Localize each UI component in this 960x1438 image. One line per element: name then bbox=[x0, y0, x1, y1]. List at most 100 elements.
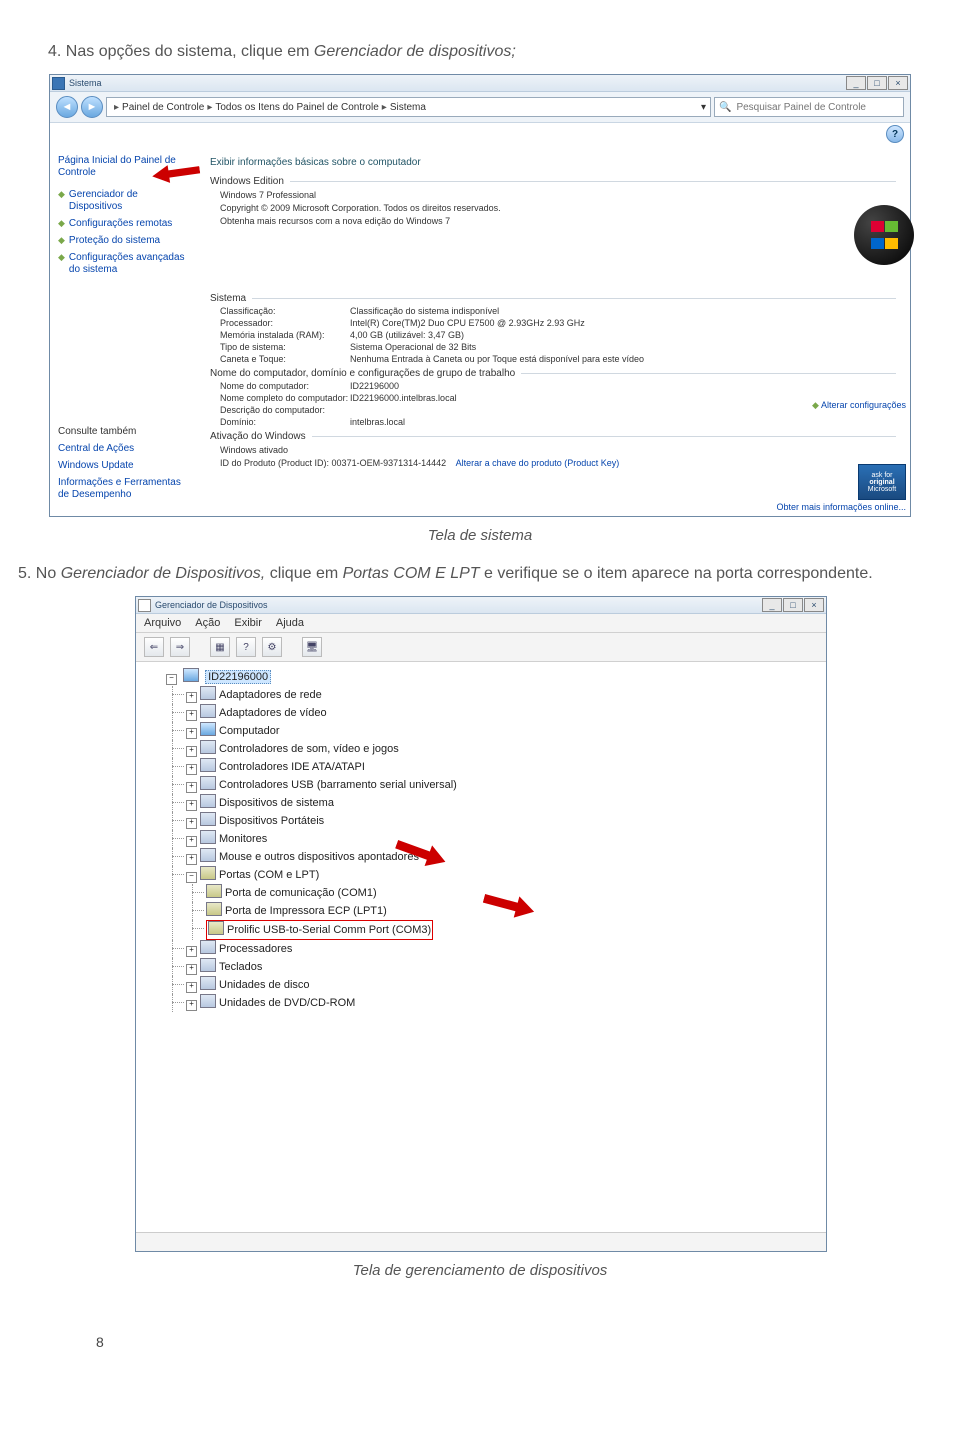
sidebar: Página Inicial do Painel de Controle ◆Ge… bbox=[50, 145, 196, 516]
sidebar-link-action-center[interactable]: Central de Ações bbox=[58, 443, 188, 455]
toolbar-back-icon[interactable]: ⇐ bbox=[144, 637, 164, 657]
toolbar-forward-icon[interactable]: ⇒ bbox=[170, 637, 190, 657]
tree-root[interactable]: − ID22196000 +Adaptadores de rede +Adapt… bbox=[166, 668, 816, 1012]
sidebar-link-windows-update[interactable]: Windows Update bbox=[58, 460, 188, 472]
crumb-1[interactable]: Painel de Controle bbox=[122, 102, 204, 113]
expand-icon[interactable]: + bbox=[186, 982, 197, 993]
sidebar-item-remote-settings[interactable]: ◆Configurações remotas bbox=[58, 218, 188, 230]
expand-icon[interactable]: + bbox=[186, 854, 197, 865]
sidebar-link-performance-tools[interactable]: Informações e Ferramentas de Desempenho bbox=[58, 477, 188, 501]
expand-icon[interactable]: + bbox=[186, 782, 197, 793]
expand-icon[interactable]: + bbox=[186, 728, 197, 739]
dm-title: Gerenciador de Dispositivos bbox=[155, 600, 268, 610]
sidebar-item-system-protection[interactable]: ◆Proteção do sistema bbox=[58, 235, 188, 247]
tree-item[interactable]: +Adaptadores de rede bbox=[186, 686, 816, 704]
expand-icon[interactable]: + bbox=[186, 692, 197, 703]
maximize-button[interactable]: □ bbox=[783, 598, 803, 612]
tree-item-prolific[interactable]: Prolific USB-to-Serial Comm Port (COM3) bbox=[206, 920, 816, 940]
crumb-3[interactable]: Sistema bbox=[390, 102, 426, 113]
genuine-badge: ask for original Microsoft bbox=[858, 464, 906, 500]
tree-item[interactable]: +Computador bbox=[186, 722, 816, 740]
menu-help[interactable]: Ajuda bbox=[276, 617, 304, 629]
tree-item[interactable]: +Controladores de som, vídeo e jogos bbox=[186, 740, 816, 758]
toolbar-button-1[interactable]: ▦ bbox=[210, 637, 230, 657]
menu-view[interactable]: Exibir bbox=[234, 617, 262, 629]
search-icon: 🔍 bbox=[719, 102, 731, 113]
ide-controller-icon bbox=[200, 758, 216, 772]
more-info-link[interactable]: Obter mais informações online... bbox=[776, 502, 906, 512]
expand-icon[interactable]: + bbox=[186, 764, 197, 775]
crumb-dropdown-icon[interactable]: ▾ bbox=[701, 102, 706, 113]
tree-item[interactable]: +Mouse e outros dispositivos apontadores bbox=[186, 848, 816, 866]
disk-icon bbox=[200, 976, 216, 990]
window-title: Sistema bbox=[69, 78, 102, 88]
instr4-pre: 4. Nas opções do sistema, clique em bbox=[48, 43, 314, 60]
device-manager-icon bbox=[138, 599, 151, 612]
value-rating[interactable]: Classificação do sistema indisponível bbox=[350, 306, 499, 316]
tree-item[interactable]: Porta de comunicação (COM1) bbox=[206, 884, 816, 902]
menu-bar: Arquivo Ação Exibir Ajuda bbox=[136, 614, 826, 633]
tree-item[interactable]: +Controladores USB (barramento serial un… bbox=[186, 776, 816, 794]
expand-icon[interactable]: + bbox=[186, 836, 197, 847]
display-adapter-icon bbox=[200, 704, 216, 718]
port-icon bbox=[200, 866, 216, 880]
crumb-2[interactable]: Todos os Itens do Painel de Controle bbox=[215, 102, 378, 113]
sidebar-item-advanced-settings[interactable]: ◆Configurações avançadas do sistema bbox=[58, 252, 188, 276]
sidebar-see-also-header: Consulte também bbox=[58, 426, 188, 437]
search-field[interactable]: 🔍 bbox=[714, 97, 904, 117]
tree-item[interactable]: +Unidades de disco bbox=[186, 976, 816, 994]
expand-icon[interactable]: + bbox=[186, 964, 197, 975]
expand-icon[interactable]: + bbox=[186, 800, 197, 811]
value-system-type: Sistema Operacional de 32 Bits bbox=[350, 342, 476, 352]
tree-item[interactable]: +Monitores bbox=[186, 830, 816, 848]
expand-icon[interactable]: + bbox=[186, 818, 197, 829]
search-input[interactable] bbox=[734, 101, 899, 114]
tree-item[interactable]: +Dispositivos Portáteis bbox=[186, 812, 816, 830]
label-processor: Processador: bbox=[220, 318, 350, 328]
minimize-button[interactable]: _ bbox=[846, 76, 866, 90]
toolbar-button-3[interactable]: ⚙ bbox=[262, 637, 282, 657]
expand-icon[interactable]: + bbox=[186, 710, 197, 721]
sidebar-item-device-manager[interactable]: ◆Gerenciador de Dispositivos bbox=[58, 189, 188, 213]
help-icon[interactable]: ? bbox=[886, 125, 904, 143]
shield-icon: ◆ bbox=[58, 235, 65, 246]
change-settings-link[interactable]: ◆ Alterar configurações bbox=[812, 400, 906, 411]
back-button[interactable]: ◄ bbox=[56, 96, 78, 118]
computer-icon bbox=[200, 722, 216, 736]
instruction-5: 5. No Gerenciador de Dispositivos, cliqu… bbox=[18, 562, 912, 586]
expand-icon[interactable]: + bbox=[186, 746, 197, 757]
value-processor: Intel(R) Core(TM)2 Duo CPU E7500 @ 2.93G… bbox=[350, 318, 585, 328]
tree-item[interactable]: +Teclados bbox=[186, 958, 816, 976]
value-pen-touch: Nenhuma Entrada à Caneta ou por Toque es… bbox=[350, 354, 644, 364]
tree-item[interactable]: +Controladores IDE ATA/ATAPI bbox=[186, 758, 816, 776]
close-button[interactable]: × bbox=[888, 76, 908, 90]
collapse-icon[interactable]: − bbox=[166, 674, 177, 685]
tree-item[interactable]: +Dispositivos de sistema bbox=[186, 794, 816, 812]
maximize-button[interactable]: □ bbox=[867, 76, 887, 90]
change-product-key-link[interactable]: Alterar a chave do produto (Product Key) bbox=[456, 458, 620, 468]
tree-item[interactable]: +Processadores bbox=[186, 940, 816, 958]
tree-item[interactable]: +Unidades de DVD/CD-ROM bbox=[186, 994, 816, 1012]
group-computer-name: Nome do computador, domínio e configuraç… bbox=[210, 368, 896, 379]
collapse-icon[interactable]: − bbox=[186, 872, 197, 883]
copyright-text: Copyright © 2009 Microsoft Corporation. … bbox=[220, 203, 896, 213]
menu-file[interactable]: Arquivo bbox=[144, 617, 181, 629]
breadcrumb[interactable]: ▸ Painel de Controle ▸ Todos os Itens do… bbox=[106, 97, 711, 117]
caption-1: Tela de sistema bbox=[48, 527, 912, 544]
get-more-features-link[interactable]: Obtenha mais recursos com a nova edição … bbox=[220, 216, 896, 226]
dm-titlebar: Gerenciador de Dispositivos _ □ × bbox=[136, 597, 826, 614]
expand-icon[interactable]: + bbox=[186, 946, 197, 957]
windows-logo-icon bbox=[854, 205, 914, 265]
label-computer-description: Descrição do computador: bbox=[220, 405, 350, 415]
close-button[interactable]: × bbox=[804, 598, 824, 612]
minimize-button[interactable]: _ bbox=[762, 598, 782, 612]
tree-item[interactable]: +Adaptadores de vídeo bbox=[186, 704, 816, 722]
root-label[interactable]: ID22196000 bbox=[205, 670, 271, 684]
portable-device-icon bbox=[200, 812, 216, 826]
menu-action[interactable]: Ação bbox=[195, 617, 220, 629]
expand-icon[interactable]: + bbox=[186, 1000, 197, 1011]
toolbar-help-icon[interactable]: ? bbox=[236, 637, 256, 657]
forward-button[interactable]: ► bbox=[81, 96, 103, 118]
label-system-type: Tipo de sistema: bbox=[220, 342, 350, 352]
toolbar-button-4[interactable]: 🖥 bbox=[302, 637, 322, 657]
